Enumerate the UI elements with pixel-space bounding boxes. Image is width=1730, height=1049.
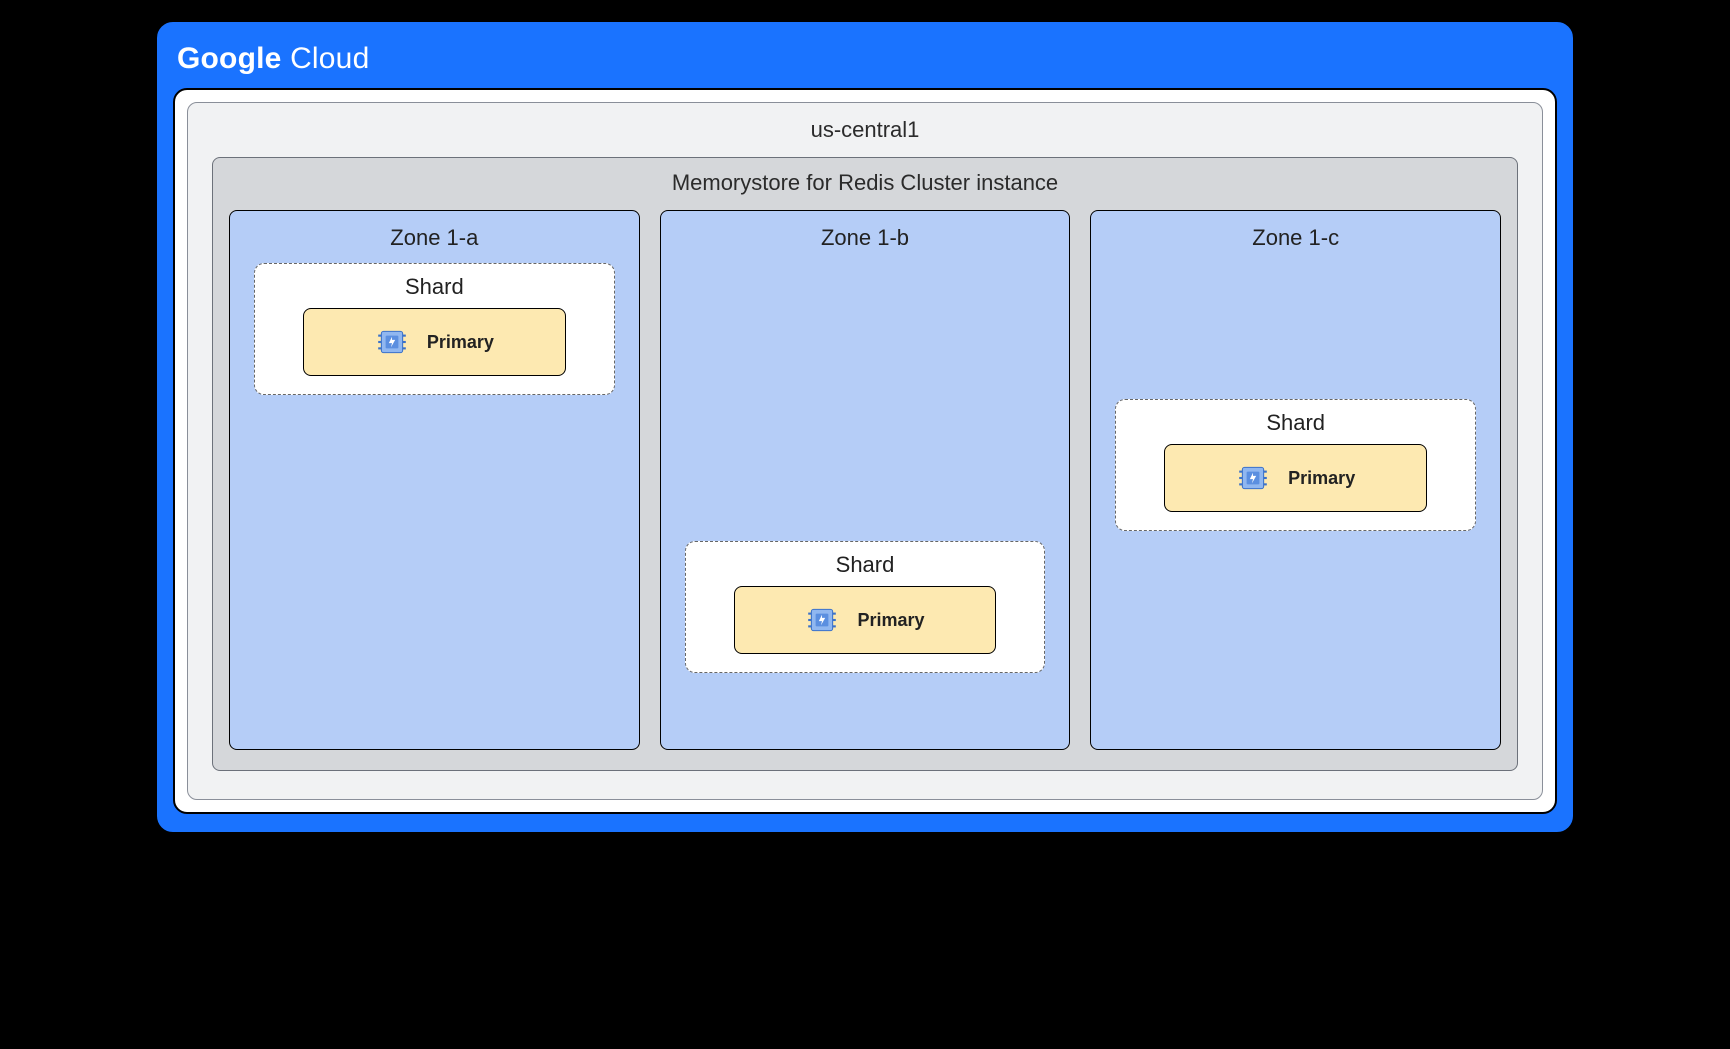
region-title: us-central1 — [212, 117, 1518, 143]
zones-row: Zone 1-a Shard — [229, 210, 1501, 750]
shard-title: Shard — [303, 274, 566, 300]
memorystore-chip-icon — [805, 603, 839, 637]
node-label: Primary — [857, 610, 924, 631]
shard-card: Shard — [1115, 399, 1476, 531]
zone-card-1a: Zone 1-a Shard — [229, 210, 640, 750]
memorystore-chip-icon — [375, 325, 409, 359]
primary-node: Primary — [1164, 444, 1427, 512]
shard-card: Shard — [254, 263, 615, 395]
zone-card-1c: Zone 1-c Shard — [1090, 210, 1501, 750]
memorystore-chip-icon — [1236, 461, 1270, 495]
logo-cloud: Cloud — [282, 42, 370, 75]
zone-title: Zone 1-a — [244, 225, 625, 251]
project-card: us-central1 Memorystore for Redis Cluste… — [173, 88, 1557, 814]
zone-title: Zone 1-b — [675, 225, 1056, 251]
shard-title: Shard — [734, 552, 997, 578]
memorystore-instance-card: Memorystore for Redis Cluster instance Z… — [212, 157, 1518, 771]
logo-google: Google — [177, 42, 282, 75]
node-label: Primary — [1288, 468, 1355, 489]
google-cloud-frame: Google Cloud us-central1 Memorystore for… — [155, 20, 1575, 834]
node-label: Primary — [427, 332, 494, 353]
zone-card-1b: Zone 1-b Shard — [660, 210, 1071, 750]
google-cloud-logo: Google Cloud — [177, 42, 1553, 76]
primary-node: Primary — [734, 586, 997, 654]
instance-title: Memorystore for Redis Cluster instance — [229, 170, 1501, 196]
primary-node: Primary — [303, 308, 566, 376]
shard-title: Shard — [1164, 410, 1427, 436]
region-card: us-central1 Memorystore for Redis Cluste… — [187, 102, 1543, 800]
shard-card: Shard — [685, 541, 1046, 673]
zone-title: Zone 1-c — [1105, 225, 1486, 251]
